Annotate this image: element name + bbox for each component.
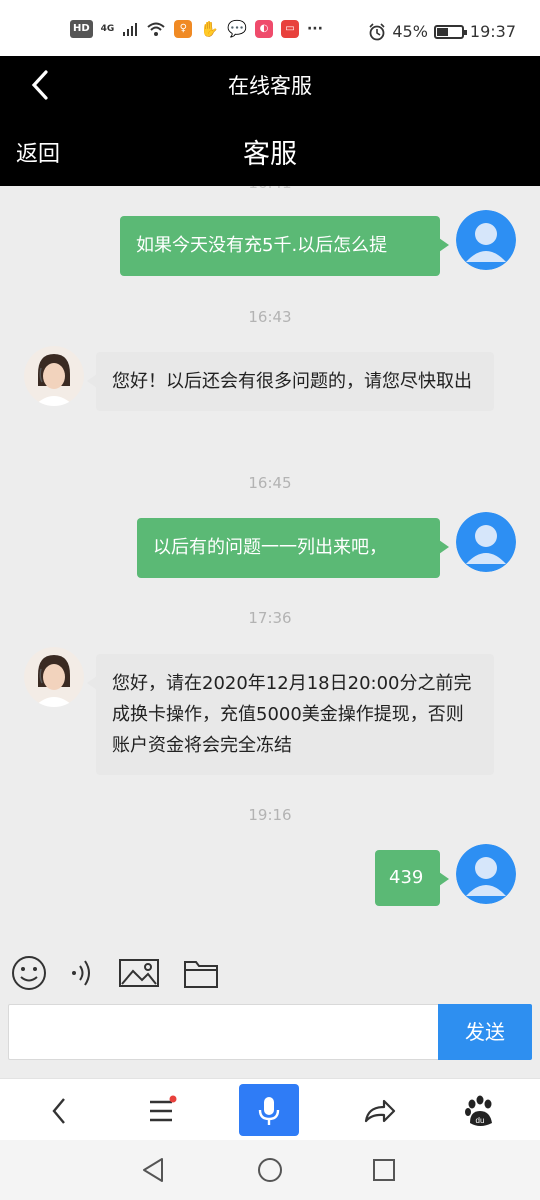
user-avatar xyxy=(456,512,516,572)
nav-recents-icon[interactable] xyxy=(368,1154,400,1186)
menu-icon[interactable] xyxy=(140,1089,184,1133)
signal-icon xyxy=(123,23,138,36)
svg-text:du: du xyxy=(476,1116,485,1125)
user-avatar xyxy=(456,844,516,904)
chat-area[interactable]: 16:41 如果今天没有充5千.以后怎么提 16:43 您好！以后还会有很多问题… xyxy=(0,186,540,946)
timestamp: 19:16 xyxy=(248,806,292,824)
chat-bubble-icon: 💬 xyxy=(227,19,247,38)
send-button[interactable]: 发送 xyxy=(438,1004,532,1060)
status-icons-right: 45% 19:37 xyxy=(368,22,516,41)
more-notifications-icon: ··· xyxy=(306,21,323,37)
chat-title: 客服 xyxy=(243,139,297,170)
timestamp: 16:45 xyxy=(248,474,292,492)
folder-icon[interactable] xyxy=(182,954,220,992)
person-icon xyxy=(456,844,516,904)
timestamp: 16:43 xyxy=(248,308,292,326)
voice-search-button[interactable] xyxy=(239,1084,299,1136)
voice-icon[interactable] xyxy=(64,954,102,992)
hd-icon: HD xyxy=(70,20,93,38)
person-icon xyxy=(456,512,516,572)
status-bar: HD 4G ♀ ✋ 💬 ◐ ▭ ··· 45% 19:37 xyxy=(0,0,540,56)
message-input[interactable] xyxy=(8,1004,440,1060)
timestamp-partial: 16:41 xyxy=(0,186,540,192)
image-icon[interactable] xyxy=(118,954,160,992)
hand-icon: ✋ xyxy=(200,20,220,38)
composer-toolbar xyxy=(0,946,540,1002)
share-icon[interactable] xyxy=(356,1089,400,1133)
system-navigation-bar xyxy=(0,1140,540,1200)
alarm-icon xyxy=(369,22,385,40)
agent-photo-icon xyxy=(24,647,84,707)
app-icon-red: ▭ xyxy=(280,20,299,38)
app-notification-icon: ♀ xyxy=(174,20,193,38)
nav-home-icon[interactable] xyxy=(254,1154,286,1186)
timestamp: 17:36 xyxy=(248,609,292,627)
message-bubble-sent: 439 xyxy=(375,850,449,906)
battery-icon xyxy=(433,24,467,39)
message-bubble-received: 您好，请在2020年12月18日20:00分之前完成换卡操作，充值5000美金操… xyxy=(87,654,494,775)
user-avatar xyxy=(456,210,516,270)
message-bubble-sent: 如果今天没有充5千.以后怎么提 xyxy=(120,216,449,276)
person-icon xyxy=(456,210,516,270)
message-bubble-received: 您好！以后还会有很多问题的，请您尽快取出 xyxy=(87,352,494,411)
battery-percent: 45% xyxy=(392,22,428,41)
wifi-icon xyxy=(147,22,165,36)
network-label: 4G xyxy=(100,24,115,34)
baidu-paw-icon[interactable]: du xyxy=(458,1089,502,1133)
agent-photo-icon xyxy=(24,346,84,406)
browser-header: 在线客服 xyxy=(0,56,540,114)
status-icons-left: HD 4G ♀ ✋ 💬 ◐ ▭ ··· xyxy=(70,20,323,38)
microphone-icon xyxy=(258,1097,280,1125)
composer: 发送 xyxy=(0,1002,540,1072)
agent-avatar xyxy=(24,647,84,707)
browser-toolbar: du xyxy=(0,1078,540,1140)
clock: 19:37 xyxy=(469,22,516,41)
browser-back-icon[interactable] xyxy=(38,1089,82,1133)
page-title: 在线客服 xyxy=(228,74,312,98)
agent-avatar xyxy=(24,346,84,406)
chat-header: 返回 客服 xyxy=(0,114,540,186)
nav-back-icon[interactable] xyxy=(138,1154,170,1186)
emoji-icon[interactable] xyxy=(10,954,48,992)
app-icon-pink: ◐ xyxy=(254,20,273,38)
message-bubble-sent: 以后有的问题一一列出来吧， xyxy=(137,518,449,578)
